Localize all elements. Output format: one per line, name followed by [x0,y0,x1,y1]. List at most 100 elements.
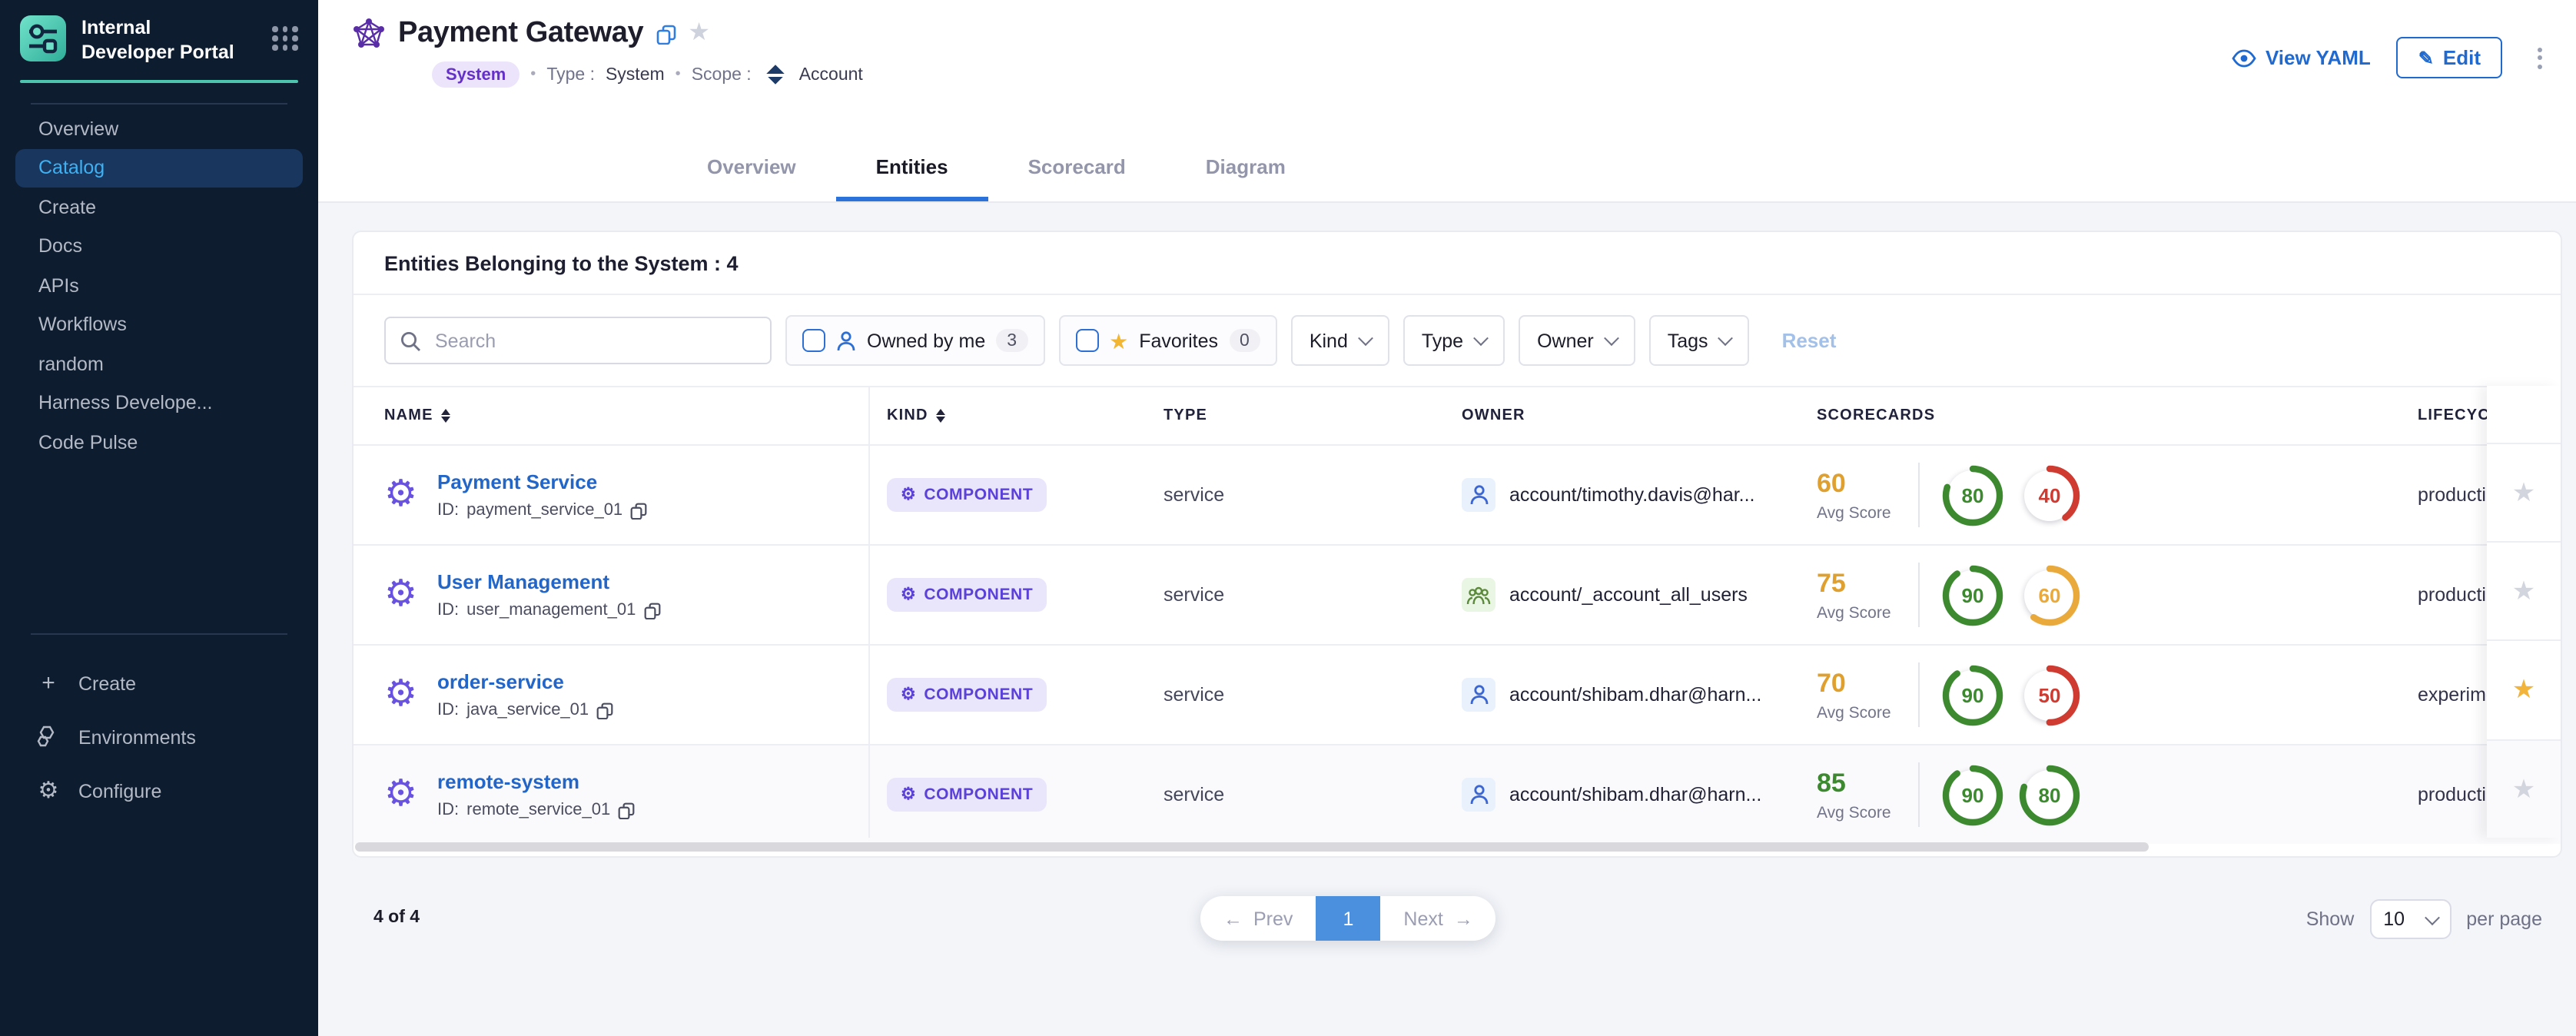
kind-dropdown[interactable]: Kind [1291,315,1389,366]
view-yaml-label: View YAML [2266,46,2371,69]
sidebar-item-workflows[interactable]: Workflows [15,305,303,344]
entity-type: service [1164,484,1462,506]
gear-icon: ⚙ [901,586,916,603]
column-label: KIND [887,407,928,424]
row-favorite-star-icon[interactable]: ★ [2512,578,2536,604]
apps-grid-icon[interactable] [272,26,298,50]
sidebar-item-catalog[interactable]: Catalog [15,148,303,188]
table-row[interactable]: ⚙ User Management ID: user_management_01… [354,544,2561,644]
owner-name: account/timothy.davis@har... [1509,484,1755,506]
sidebar-item-overview[interactable]: Overview [15,109,303,148]
avg-score-label: Avg Score [1817,603,1918,622]
tags-dropdown[interactable]: Tags [1649,315,1750,366]
search-icon [400,330,421,351]
sidebar-item-configure[interactable]: ⚙ Configure [35,764,318,818]
column-header-name[interactable]: NAME [354,407,868,424]
entity-id: remote_service_01 [466,801,610,819]
sidebar-item-apis[interactable]: APIs [15,266,303,305]
copy-id-icon[interactable] [630,502,647,519]
owned-by-me-label: Owned by me [867,330,985,351]
sort-icon[interactable] [936,409,945,423]
page-size-value: 10 [2383,908,2405,930]
owner-icon [1462,678,1495,712]
entity-name-link[interactable]: User Management [437,570,660,593]
scorecard-gauge: 90 [1940,762,2006,828]
scorecard-gauge: 80 [2017,762,2083,828]
arrow-right-icon: → [1454,908,1473,929]
id-prefix: ID: [437,701,459,719]
column-divider [868,386,870,838]
page-title: Payment Gateway [398,17,643,51]
sidebar-item-harness-developer[interactable]: Harness Develope... [15,384,303,423]
entity-name-link[interactable]: Payment Service [437,470,647,493]
sidebar-item-code-pulse[interactable]: Code Pulse [15,423,303,462]
scorecard-gauge: 80 [1940,462,2006,528]
row-favorite-star-icon[interactable]: ★ [2512,677,2536,703]
column-header-owner: OWNER [1462,407,1817,424]
tab-bar: Overview Entities Scorecard Diagram [667,155,1326,201]
table-header: NAME KIND TYPE OWNER SCORECARDS LIFECYCL… [354,387,2561,444]
owner-dropdown-label: Owner [1537,330,1594,351]
more-options-kebab-icon[interactable] [2528,41,2551,75]
page-number-button[interactable]: 1 [1316,896,1380,941]
sidebar-item-create[interactable]: Create [15,188,303,227]
app-window: Internal Developer Portal Overview Catal… [0,0,2576,1036]
next-page-button[interactable]: Next → [1380,896,1495,941]
column-header-kind[interactable]: KIND [868,407,1164,424]
table-row[interactable]: ⚙ Payment Service ID: payment_service_01… [354,444,2561,544]
entity-name-link[interactable]: order-service [437,670,613,693]
column-label: NAME [384,407,433,424]
results-summary: 4 of 4 [373,908,420,927]
sidebar-nav: Overview Catalog Create Docs APIs Workfl… [0,105,318,462]
type-dropdown[interactable]: Type [1403,315,1505,366]
favorites-filter[interactable]: ★ Favorites 0 [1058,315,1277,366]
prev-page-button[interactable]: ← Prev [1200,896,1316,941]
entity-name-link[interactable]: remote-system [437,770,635,793]
horizontal-scrollbar[interactable] [355,842,2149,852]
owner-name: account/_account_all_users [1509,584,1748,606]
row-favorite-star-icon[interactable]: ★ [2512,480,2536,506]
tab-scorecard[interactable]: Scorecard [988,155,1166,201]
edit-button[interactable]: ✎ Edit [2397,37,2502,78]
entity-id: payment_service_01 [466,501,622,520]
entities-card: Entities Belonging to the System : 4 Own… [352,231,2562,858]
owned-by-me-checkbox[interactable] [802,329,825,352]
owner-dropdown[interactable]: Owner [1519,315,1635,366]
table-row[interactable]: ⚙ order-service ID: java_service_01 ⚙COM… [354,644,2561,744]
kind-badge: ⚙COMPONENT [887,778,1047,812]
idp-logo-icon[interactable] [20,15,66,61]
tab-overview[interactable]: Overview [667,155,836,201]
sidebar-item-create-bottom[interactable]: + Create [35,656,318,710]
sidebar: Internal Developer Portal Overview Catal… [0,0,318,1036]
next-label: Next [1403,908,1442,929]
view-yaml-button[interactable]: View YAML [2232,46,2371,69]
type-dropdown-label: Type [1422,330,1463,351]
copy-id-icon[interactable] [596,702,613,719]
owned-by-me-filter[interactable]: Owned by me 3 [785,315,1044,366]
copy-title-icon[interactable] [656,24,676,44]
column-label: TYPE [1164,407,1207,424]
table-row[interactable]: ⚙ remote-system ID: remote_service_01 ⚙C… [354,744,2561,844]
reset-filters-link[interactable]: Reset [1782,329,1837,352]
sidebar-item-docs[interactable]: Docs [15,227,303,266]
scorecard-gauge: 90 [1940,562,2006,628]
search-input[interactable] [432,328,756,353]
favorites-checkbox[interactable] [1075,329,1098,352]
pagination-pill: ← Prev 1 Next → [1200,896,1496,941]
copy-id-icon[interactable] [618,802,635,819]
copy-id-icon[interactable] [643,602,660,619]
sort-icon[interactable] [441,409,450,423]
sidebar-item-random[interactable]: random [15,344,303,384]
column-label: OWNER [1462,407,1525,424]
favorite-title-star-icon[interactable]: ★ [688,22,710,46]
scorecard-gauge: 90 [1940,662,2006,728]
page-size-select[interactable]: 10 [2369,899,2451,939]
owned-by-me-count: 3 [996,329,1027,352]
row-favorite-star-icon[interactable]: ★ [2512,776,2536,802]
sidebar-item-environments[interactable]: Environments [35,710,318,764]
person-icon [836,330,856,351]
tab-entities[interactable]: Entities [836,155,988,201]
gear-icon: ⚙ [384,776,417,813]
tab-diagram[interactable]: Diagram [1166,155,1326,201]
sidebar-item-label: Create [78,672,136,694]
